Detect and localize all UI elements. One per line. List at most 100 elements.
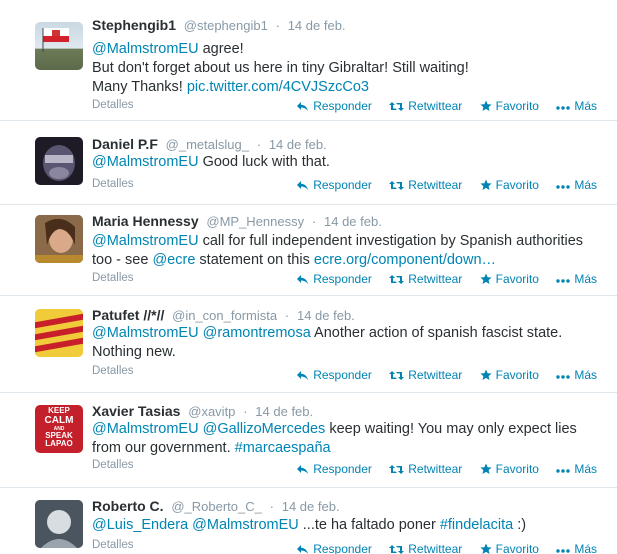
avatar[interactable] — [35, 22, 83, 70]
more-button[interactable]: Más — [556, 542, 597, 554]
tweet-timestamp[interactable]: 14 de feb. — [297, 308, 355, 323]
tweet-timestamp[interactable]: 14 de feb. — [282, 499, 340, 514]
pic-link[interactable]: pic.twitter.com/4CVJSzcCo3 — [187, 79, 369, 95]
retweet-button[interactable]: Retwittear — [389, 462, 462, 476]
tweet-username[interactable]: @in_con_formista — [172, 308, 277, 323]
separator-dot: · — [243, 404, 248, 419]
retweet-button[interactable]: Retwittear — [389, 178, 462, 192]
retweet-label: Retwittear — [408, 99, 463, 113]
more-button[interactable]: Más — [556, 462, 597, 476]
avatar-image — [43, 145, 75, 181]
mention-link[interactable]: @MalmstromEU — [92, 233, 199, 249]
favorite-label: Favorito — [495, 178, 539, 192]
tweet-timestamp[interactable]: 14 de feb. — [324, 214, 382, 229]
more-button[interactable]: Más — [556, 178, 597, 192]
more-button[interactable]: Más — [556, 368, 597, 382]
star-icon — [480, 543, 492, 554]
tweet-item[interactable]: Stephengib1 @stephengib1 · 14 de feb. @M… — [0, 0, 617, 121]
tweet-username[interactable]: @xavitp — [188, 404, 235, 419]
retweet-icon — [389, 545, 405, 554]
mention-link[interactable]: @Luis_Endera — [92, 517, 188, 533]
more-dots-icon — [556, 106, 571, 110]
avatar[interactable] — [35, 309, 83, 357]
url-link[interactable]: ecre.org/component/down… — [314, 252, 496, 268]
reply-label: Responder — [313, 272, 372, 286]
tweet-actions: Responder Retwittear Favorito Más — [282, 368, 597, 382]
tweet-text-segment: Good luck with that. — [198, 154, 330, 170]
tweet-timestamp[interactable]: 14 de feb. — [269, 137, 327, 152]
more-button[interactable]: Más — [556, 272, 597, 286]
tweet-item[interactable]: Patufet //*// @in_con_formista · 14 de f… — [0, 296, 617, 393]
star-icon — [480, 100, 492, 111]
mention-link[interactable]: @ecre — [152, 252, 195, 268]
mention-link[interactable]: @GallizoMercedes — [203, 421, 326, 437]
more-button[interactable]: Más — [556, 99, 597, 113]
tweet-fullname[interactable]: Maria Hennessy — [92, 213, 199, 229]
more-dots-icon — [556, 279, 571, 283]
avatar[interactable] — [35, 500, 83, 548]
details-link[interactable]: Detalles — [92, 539, 134, 551]
retweet-icon — [389, 181, 405, 190]
tweet-text-segment: Many Thanks! — [92, 79, 187, 95]
details-link[interactable]: Detalles — [92, 365, 134, 377]
more-dots-icon — [556, 375, 571, 379]
avatar[interactable] — [35, 215, 83, 263]
favorite-button[interactable]: Favorito — [480, 542, 539, 554]
details-link[interactable]: Detalles — [92, 178, 134, 190]
favorite-label: Favorito — [495, 542, 539, 554]
mention-link[interactable]: @MalmstromEU — [92, 421, 199, 437]
details-link[interactable]: Detalles — [92, 99, 134, 111]
details-link[interactable]: Detalles — [92, 272, 134, 284]
tweet-username[interactable]: @_metalslug_ — [166, 137, 249, 152]
mention-link[interactable]: @MalmstromEU — [92, 154, 199, 170]
tweet-footer: Detalles Responder Retwittear Favorito M… — [92, 99, 597, 115]
retweet-button[interactable]: Retwittear — [389, 368, 462, 382]
details-link[interactable]: Detalles — [92, 459, 134, 471]
reply-button[interactable]: Responder — [296, 542, 372, 554]
tweet-item[interactable]: KEEP CALM AND SPEAK LAPAO Xavier Tasias … — [0, 393, 617, 488]
avatar[interactable]: KEEP CALM AND SPEAK LAPAO — [35, 405, 83, 453]
separator-dot: · — [269, 499, 274, 514]
tweet-text: @MalmstromEU @GallizoMercedes keep waiti… — [92, 420, 592, 458]
favorite-button[interactable]: Favorito — [480, 272, 539, 286]
favorite-button[interactable]: Favorito — [480, 368, 539, 382]
mention-link[interactable]: @MalmstromEU — [92, 325, 199, 341]
tweet-fullname[interactable]: Stephengib1 — [92, 17, 176, 33]
tweet-item[interactable]: Maria Hennessy @MP_Hennessy · 14 de feb.… — [0, 205, 617, 296]
reply-button[interactable]: Responder — [296, 178, 372, 192]
tweet-item[interactable]: Roberto C. @_Roberto_C_ · 14 de feb. @Lu… — [0, 488, 617, 554]
favorite-button[interactable]: Favorito — [480, 462, 539, 476]
tweet-username[interactable]: @stephengib1 — [184, 18, 268, 33]
retweet-button[interactable]: Retwittear — [389, 542, 462, 554]
avatar-text: LAPAO — [45, 439, 73, 449]
favorite-label: Favorito — [495, 462, 539, 476]
tweet-header: Stephengib1 @stephengib1 · 14 de feb. — [92, 17, 346, 33]
reply-button[interactable]: Responder — [296, 462, 372, 476]
hashtag-link[interactable]: #marcaespaña — [235, 440, 331, 456]
reply-button[interactable]: Responder — [296, 368, 372, 382]
hashtag-link[interactable]: #findelacita — [440, 517, 513, 533]
mention-link[interactable]: @MalmstromEU — [192, 517, 299, 533]
tweet-username[interactable]: @MP_Hennessy — [206, 214, 304, 229]
tweet-text-segment: statement on this — [195, 252, 314, 268]
tweet-fullname[interactable]: Roberto C. — [92, 498, 164, 514]
tweet-timestamp[interactable]: 14 de feb. — [255, 404, 313, 419]
retweet-button[interactable]: Retwittear — [389, 99, 462, 113]
tweet-item[interactable]: Daniel P.F @_metalslug_ · 14 de feb. @Ma… — [0, 121, 617, 205]
tweet-text-segment: Another action of spanish fascist state. — [310, 325, 563, 341]
tweet-username[interactable]: @_Roberto_C_ — [171, 499, 262, 514]
reply-icon — [297, 465, 309, 474]
tweet-timestamp[interactable]: 14 de feb. — [288, 18, 346, 33]
more-label: Más — [574, 178, 597, 192]
mention-link[interactable]: @MalmstromEU — [92, 41, 199, 57]
tweet-fullname[interactable]: Patufet //*// — [92, 307, 164, 323]
retweet-button[interactable]: Retwittear — [389, 272, 462, 286]
mention-link[interactable]: @ramontremosa — [203, 325, 311, 341]
tweet-fullname[interactable]: Xavier Tasias — [92, 403, 180, 419]
reply-button[interactable]: Responder — [296, 272, 372, 286]
favorite-button[interactable]: Favorito — [480, 99, 539, 113]
favorite-button[interactable]: Favorito — [480, 178, 539, 192]
tweet-fullname[interactable]: Daniel P.F — [92, 136, 158, 152]
reply-button[interactable]: Responder — [296, 99, 372, 113]
avatar[interactable] — [35, 137, 83, 185]
